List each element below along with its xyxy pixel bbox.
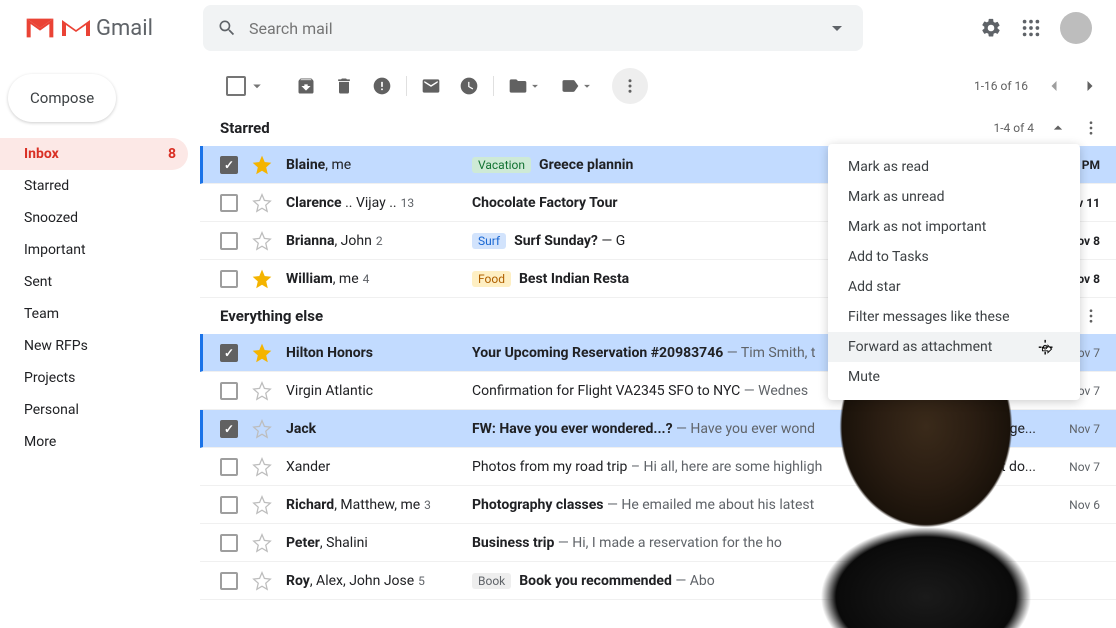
row-checkbox[interactable] <box>220 420 238 438</box>
search-bar[interactable] <box>203 5 863 51</box>
cursor-icon <box>1036 338 1058 360</box>
sidebar-item-label: Personal <box>24 402 79 418</box>
sender: Xander <box>286 459 472 475</box>
select-all-checkbox[interactable] <box>226 76 246 96</box>
delete-icon[interactable] <box>334 76 354 96</box>
label-tag: Vacation <box>472 157 531 173</box>
sidebar-item-label: New RFPs <box>24 338 88 354</box>
sidebar-item-important[interactable]: Important <box>0 234 188 266</box>
menu-item-mark-as-read[interactable]: Mark as read <box>828 152 1080 182</box>
gmail-logo[interactable]: Gmail <box>24 16 153 41</box>
sidebar-item-label: Starred <box>24 178 69 194</box>
search-input[interactable] <box>237 19 825 38</box>
spam-icon[interactable] <box>372 76 392 96</box>
label-tag: Surf <box>472 233 506 249</box>
sender: Blaine, me <box>286 157 472 173</box>
sidebar-item-personal[interactable]: Personal <box>0 394 188 426</box>
section-pagination: 1-4 of 4 <box>993 121 1034 135</box>
apps-icon[interactable] <box>1020 17 1042 39</box>
sidebar-item-more[interactable]: More <box>0 426 188 458</box>
next-page-icon[interactable] <box>1080 76 1100 96</box>
sender: Virgin Atlantic <box>286 383 472 399</box>
row-checkbox[interactable] <box>220 344 238 362</box>
section-title-starred: Starred <box>220 119 270 137</box>
row-checkbox[interactable] <box>220 534 238 552</box>
row-checkbox[interactable] <box>220 156 238 174</box>
sender: Peter, Shalini <box>286 535 472 551</box>
search-icon <box>217 18 237 38</box>
sidebar-item-team[interactable]: Team <box>0 298 188 330</box>
sidebar-item-label: Snoozed <box>24 210 78 226</box>
sidebar-item-starred[interactable]: Starred <box>0 170 188 202</box>
menu-item-mark-as-unread[interactable]: Mark as unread <box>828 182 1080 212</box>
star-icon[interactable] <box>252 231 272 251</box>
avatar[interactable] <box>1060 12 1092 44</box>
more-vert-icon[interactable] <box>1082 307 1100 325</box>
row-checkbox[interactable] <box>220 194 238 212</box>
row-checkbox[interactable] <box>220 270 238 288</box>
section-title-else: Everything else <box>220 307 323 325</box>
context-menu: Mark as readMark as unreadMark as not im… <box>828 144 1080 400</box>
more-button[interactable] <box>612 68 648 104</box>
sidebar-item-label: Inbox <box>24 146 59 162</box>
menu-item-filter-messages-like-these[interactable]: Filter messages like these <box>828 302 1080 332</box>
move-to-icon[interactable] <box>508 76 528 96</box>
sidebar-item-label: More <box>24 434 56 450</box>
row-checkbox[interactable] <box>220 496 238 514</box>
archive-icon[interactable] <box>296 76 316 96</box>
pagination-label: 1-16 of 16 <box>974 79 1028 93</box>
sender: Roy, Alex, John Jose5 <box>286 573 472 589</box>
star-icon[interactable] <box>252 193 272 213</box>
row-checkbox[interactable] <box>220 382 238 400</box>
sidebar-item-sent[interactable]: Sent <box>0 266 188 298</box>
sidebar-item-label: Team <box>24 306 59 322</box>
menu-item-add-to-tasks[interactable]: Add to Tasks <box>828 242 1080 272</box>
star-icon[interactable] <box>252 495 272 515</box>
sidebar-item-label: Projects <box>24 370 75 386</box>
sidebar-item-label: Important <box>24 242 86 258</box>
sidebar-item-label: Sent <box>24 274 52 290</box>
sidebar-item-new-rfps[interactable]: New RFPs <box>0 330 188 362</box>
mark-unread-icon[interactable] <box>421 76 441 96</box>
gear-icon[interactable] <box>980 17 1002 39</box>
search-dropdown-icon[interactable] <box>825 16 849 40</box>
sender: Hilton Honors <box>286 345 472 361</box>
row-checkbox[interactable] <box>220 572 238 590</box>
star-icon[interactable] <box>252 533 272 553</box>
star-icon[interactable] <box>252 419 272 439</box>
more-vert-icon[interactable] <box>1082 119 1100 137</box>
menu-item-mark-as-not-important[interactable]: Mark as not important <box>828 212 1080 242</box>
sender: William, me4 <box>286 271 472 287</box>
more-vert-icon <box>621 77 639 95</box>
row-checkbox[interactable] <box>220 458 238 476</box>
sender: Clarence .. Vijay ..13 <box>286 195 472 211</box>
sidebar-item-count: 8 <box>168 146 176 162</box>
app-name: Gmail <box>96 16 153 41</box>
compose-button[interactable]: Compose <box>8 74 116 122</box>
row-checkbox[interactable] <box>220 232 238 250</box>
sidebar-item-projects[interactable]: Projects <box>0 362 188 394</box>
sender: Brianna, John2 <box>286 233 472 249</box>
star-icon[interactable] <box>252 571 272 591</box>
star-icon[interactable] <box>252 457 272 477</box>
star-icon[interactable] <box>252 155 272 175</box>
star-icon[interactable] <box>252 343 272 363</box>
sidebar-item-snoozed[interactable]: Snoozed <box>0 202 188 234</box>
menu-item-add-star[interactable]: Add star <box>828 272 1080 302</box>
sidebar-item-inbox[interactable]: Inbox 8 <box>0 138 188 170</box>
star-icon[interactable] <box>252 269 272 289</box>
snooze-icon[interactable] <box>459 76 479 96</box>
select-dropdown-icon[interactable] <box>248 77 266 95</box>
star-icon[interactable] <box>252 381 272 401</box>
label-icon[interactable] <box>560 76 580 96</box>
label-tag: Food <box>472 271 511 287</box>
sender: Richard, Matthew, me3 <box>286 497 472 513</box>
prev-page-icon[interactable] <box>1044 76 1064 96</box>
label-tag: Book <box>472 573 511 589</box>
sender: Jack <box>286 421 472 437</box>
chevron-up-icon[interactable] <box>1048 118 1068 138</box>
menu-item-mute[interactable]: Mute <box>828 362 1080 392</box>
